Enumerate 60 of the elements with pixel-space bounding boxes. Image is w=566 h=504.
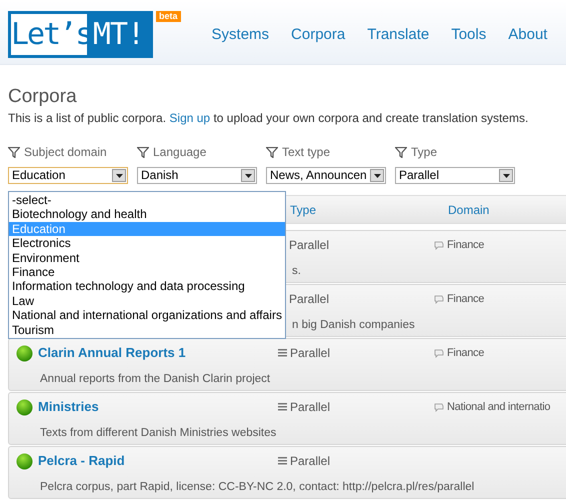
- nav-link[interactable]: About: [508, 25, 548, 45]
- type-text: Parallel: [289, 237, 330, 254]
- dropdown-option[interactable]: Law: [9, 294, 285, 308]
- domain-text: National and internatio: [447, 400, 550, 415]
- speech-bubble-icon: [434, 402, 444, 412]
- list-icon: [278, 457, 287, 465]
- dropdown-option[interactable]: Information technology and data processing: [9, 279, 285, 294]
- corpus-description: Texts from different Danish Ministries websites: [40, 427, 276, 439]
- nav-link[interactable]: Translate: [367, 25, 430, 45]
- domain-text: Finance: [447, 238, 484, 253]
- list-icon: [278, 349, 287, 357]
- filter-icon: [137, 146, 149, 158]
- domain-text: Finance: [447, 292, 484, 307]
- dropdown-option[interactable]: National and international organizations and affairs: [9, 308, 285, 323]
- type-text: Parallel: [289, 291, 330, 308]
- status-dot-icon: [16, 452, 33, 470]
- corpus-name-link[interactable]: Clarin Annual Reports 1: [38, 343, 186, 363]
- corpus-description: s.: [292, 265, 301, 277]
- filter-label: Subject domain: [24, 144, 107, 161]
- corpus-description: Annual reports from the Danish Clarin project: [40, 373, 270, 385]
- filter-icon: [395, 146, 407, 158]
- filter-label: Type: [411, 144, 438, 161]
- filter-select[interactable]: News, Announcen: [266, 167, 386, 184]
- filter-select[interactable]: Parallel: [395, 167, 515, 184]
- dropdown-option[interactable]: Electronics: [9, 236, 285, 251]
- type-text: Parallel: [290, 453, 330, 470]
- filter-label: Text type: [282, 144, 330, 161]
- speech-bubble-icon: [434, 240, 444, 250]
- corpus-name-link[interactable]: Ministries: [38, 397, 99, 417]
- dropdown-option[interactable]: Environment: [9, 250, 285, 266]
- dropdown-option[interactable]: -select-: [9, 193, 285, 208]
- corpus-description: Pelcra corpus, part Rapid, license: CC-BY-NC 2.0, contact: http://pelcra.pl/res/parallel: [40, 481, 474, 493]
- type-text: Parallel: [290, 399, 330, 416]
- filter-select[interactable]: Education: [8, 167, 128, 184]
- nav-link[interactable]: Tools: [451, 25, 486, 45]
- intro-text: This is a list of public corpora. Sign up to upload your own corpora and create translation systems.: [8, 110, 530, 126]
- list-icon: [278, 403, 287, 411]
- status-dot-icon: [16, 344, 33, 362]
- filter-label: Language: [153, 144, 206, 161]
- filter-icon: [8, 146, 20, 158]
- beta-badge: beta: [156, 11, 181, 22]
- corpus-description: n big Danish companies: [292, 319, 415, 331]
- column-header[interactable]: Domain: [448, 200, 490, 218]
- page-title: Corpora: [8, 85, 78, 109]
- dropdown-option[interactable]: Tourism: [9, 322, 285, 338]
- column-header[interactable]: Type: [290, 200, 448, 218]
- status-dot-icon: [16, 398, 33, 416]
- type-text: Parallel: [290, 345, 330, 362]
- speech-bubble-icon: [434, 294, 444, 304]
- speech-bubble-icon: [434, 348, 444, 358]
- logo-text: MT!: [92, 16, 146, 54]
- filter-icon: [266, 146, 278, 158]
- nav-link[interactable]: Systems: [212, 25, 270, 45]
- dropdown-option[interactable]: Biotechnology and health: [9, 207, 285, 222]
- sign-up-link[interactable]: Sign up: [169, 111, 210, 125]
- nav-link[interactable]: Corpora: [291, 25, 346, 45]
- dropdown-option[interactable]: Finance: [9, 265, 285, 280]
- domain-text: Finance: [447, 346, 484, 361]
- corpus-name-link[interactable]: Pelcra - Rapid: [38, 451, 125, 471]
- filter-select[interactable]: Danish: [137, 167, 257, 184]
